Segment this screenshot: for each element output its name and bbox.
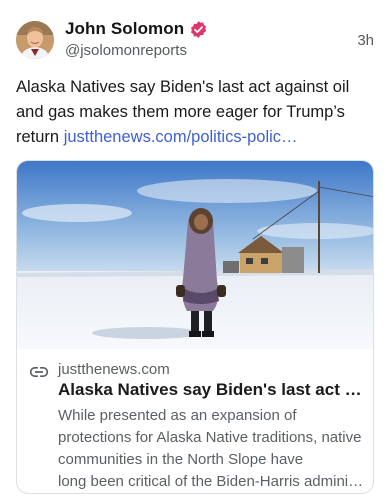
link-preview-description: While presented as an expansion of prote… bbox=[58, 405, 368, 493]
photo-person-in-parka-on-snow-icon bbox=[17, 161, 373, 349]
link-preview-domain: justthenews.com bbox=[58, 361, 170, 378]
author-display-name[interactable]: John Solomon bbox=[65, 19, 184, 39]
post[interactable]: John Solomon @jsolomonreports 3h Alaska … bbox=[0, 0, 390, 500]
post-timestamp[interactable]: 3h bbox=[357, 32, 374, 49]
post-body: Alaska Natives say Biden's last act agai… bbox=[16, 75, 376, 150]
post-link[interactable]: justthenews.com/politics-polic… bbox=[64, 128, 298, 146]
link-preview-card[interactable]: justthenews.com Alaska Natives say Biden… bbox=[16, 160, 374, 494]
verified-badge-icon bbox=[189, 20, 208, 39]
author-name-row: John Solomon bbox=[65, 18, 208, 40]
link-preview-title: Alaska Natives say Biden's last act ag… bbox=[58, 380, 364, 399]
link-preview-meta[interactable]: justthenews.com Alaska Natives say Biden… bbox=[17, 349, 373, 493]
link-preview-description-text: While presented as an expansion of prote… bbox=[58, 407, 362, 468]
profile-photo-icon bbox=[16, 21, 54, 59]
link-preview-description-last-line: long been critical of the Biden-Harris a… bbox=[58, 473, 364, 490]
author-handle[interactable]: @jsolomonreports bbox=[65, 42, 187, 59]
chain-link-icon bbox=[29, 362, 49, 382]
author-avatar[interactable] bbox=[16, 21, 54, 59]
